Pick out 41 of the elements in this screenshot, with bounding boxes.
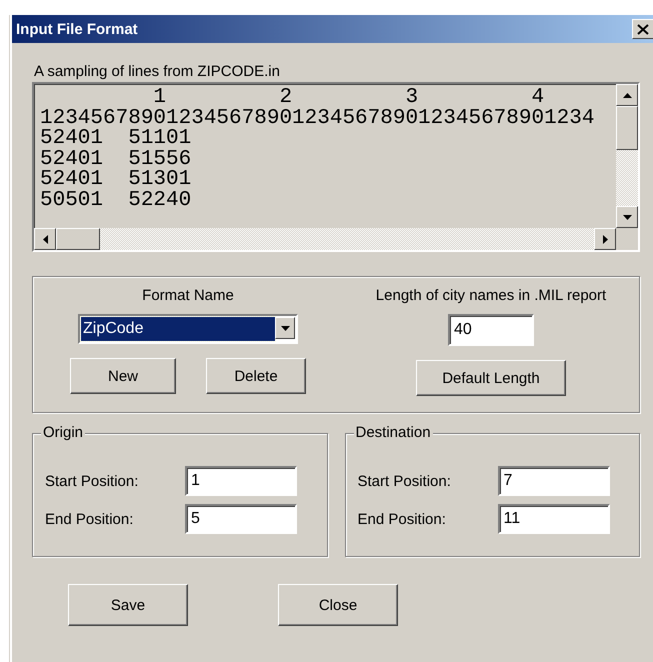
left-arrow-icon (42, 234, 48, 244)
scroll-thumb[interactable] (616, 106, 638, 150)
dialog-button[interactable]: Close (278, 584, 398, 626)
window-title: Input File Format (16, 20, 138, 38)
field-label: Start Position: (45, 472, 140, 492)
down-arrow-icon (622, 214, 632, 220)
scroll-thumb[interactable] (56, 228, 100, 250)
length-label: Length of city names in .MIL report (376, 287, 606, 304)
field-label: End Position: (45, 510, 134, 530)
scroll-left-button[interactable] (34, 228, 56, 250)
format-name-label: Format Name (142, 287, 234, 304)
scroll-up-button[interactable] (616, 84, 638, 106)
sample-line: 52401 51556 (40, 150, 192, 170)
sample-line: 52401 51301 (40, 170, 192, 190)
group-title: Origin (41, 424, 86, 441)
close-button[interactable] (632, 19, 653, 39)
vertical-scrollbar[interactable] (616, 84, 638, 228)
up-arrow-icon (622, 92, 632, 98)
dropdown-arrow-icon (280, 326, 290, 330)
scroll-down-button[interactable] (616, 206, 638, 228)
position-field[interactable]: 7 (498, 466, 610, 496)
position-field[interactable]: 11 (498, 504, 610, 534)
horizontal-scrollbar[interactable] (34, 228, 616, 250)
scroll-right-button[interactable] (594, 228, 616, 250)
dialog-button[interactable]: Save (68, 584, 188, 626)
sample-label: A sampling of lines from ZIPCODE.in (34, 63, 280, 80)
sample-line: 50501 52240 (40, 190, 192, 211)
field-label: Start Position: (358, 472, 452, 492)
close-icon (637, 24, 649, 34)
position-field[interactable]: 1 (185, 466, 297, 496)
format-button[interactable]: New (70, 358, 176, 394)
field-label: End Position: (358, 510, 447, 530)
length-field[interactable]: 40 (448, 314, 534, 346)
position-field[interactable]: 5 (185, 504, 297, 534)
format-button[interactable]: Delete (206, 358, 306, 394)
sample-line: 52401 51101 (40, 129, 192, 150)
right-arrow-icon (602, 234, 608, 244)
sample-line: 1 2 3 4 (152, 88, 544, 108)
sample-line: 12345678901234567890123456789012345678901234 (40, 108, 594, 129)
format-name-dropdown[interactable]: ZipCode (78, 314, 298, 344)
default-length-button[interactable]: Default Length (416, 360, 566, 396)
